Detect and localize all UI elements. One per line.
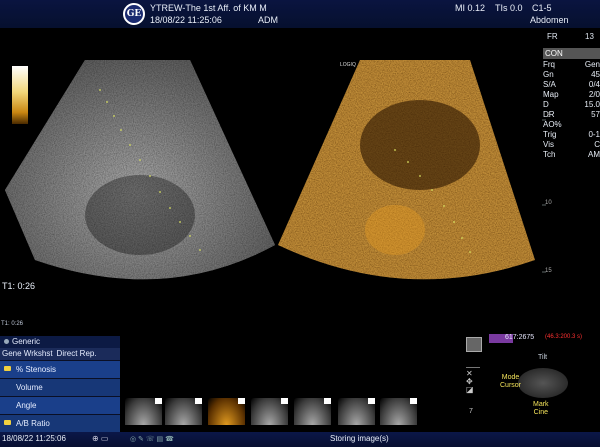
preset-name: Abdomen <box>530 15 569 25</box>
bullet-icon <box>4 339 9 344</box>
thumbnail-marker-icon <box>155 398 162 404</box>
footer-datetime: 18/08/22 11:25:06 <box>2 434 66 443</box>
measurement-menu: Generic Gene Wrkshst Direct Rep. % Steno… <box>0 336 120 432</box>
probe-label: LOGIQ <box>340 62 356 68</box>
cine-icon[interactable] <box>466 337 482 352</box>
menu-item[interactable]: A/B Ratio <box>0 414 120 432</box>
cine-time-red: (46.3:200.3 s) <box>545 334 583 340</box>
trackball-icon[interactable] <box>518 368 568 398</box>
menu-generic[interactable]: Generic <box>0 336 120 348</box>
contrast-image <box>278 60 535 280</box>
thumbnail-marker-icon <box>238 398 245 404</box>
timer-label: T1: 0:26 <box>2 281 36 291</box>
operator-id: ADM <box>258 15 278 25</box>
menu-item-label: Angle <box>16 401 37 410</box>
fr-label: FR <box>547 32 558 41</box>
thumbnail-marker-icon <box>324 398 331 404</box>
menu-item-label: A/B Ratio <box>16 419 50 428</box>
thumbnail-marker-icon <box>281 398 288 404</box>
thumbnail-marker-icon <box>368 398 375 404</box>
tab-gene-wrkshst[interactable]: Gene Wrkshst <box>0 348 55 360</box>
menu-item-label: % Stenosis <box>16 365 57 374</box>
menu-item-label: Volume <box>16 383 43 392</box>
folder-icon <box>4 420 11 425</box>
logo-text: GE <box>126 9 142 19</box>
depth-scale <box>542 119 546 273</box>
caliper-icon: ◪ <box>466 385 474 394</box>
cine-counter: 617:2675 <box>505 334 535 341</box>
timer-small-label: T1: 0:26 <box>1 321 24 327</box>
menu-header: Gene Wrkshst Direct Rep. <box>0 348 120 360</box>
thumbnail-marker-icon <box>195 398 202 404</box>
tis-value: TIs 0.0 <box>495 3 523 13</box>
fr-value: 13 <box>585 32 594 41</box>
depth-tick-5: 5 <box>547 113 551 119</box>
page-number: 7 <box>469 408 473 415</box>
grid-icon <box>466 359 480 368</box>
mark-cine-label[interactable]: Mark Cine <box>533 401 549 417</box>
thumbnail-marker-icon <box>410 398 417 404</box>
header-datetime: 18/08/22 11:25:06 <box>150 15 222 25</box>
depth-tick-15: 15 <box>545 268 552 274</box>
ge-logo-icon: GE <box>123 3 145 25</box>
mode-cursor-label[interactable]: Mode Cursor <box>500 374 521 390</box>
tab-direct-rep[interactable]: Direct Rep. <box>55 348 99 360</box>
ultrasound-display[interactable] <box>0 50 600 300</box>
menu-item[interactable]: Angle <box>0 396 120 414</box>
bmode-image <box>5 60 275 280</box>
footer-status-icons: ⊕ ▭ <box>92 434 109 443</box>
folder-icon <box>4 366 11 371</box>
storing-status: Storing image(s) <box>330 434 389 443</box>
probe-name: C1-5 <box>532 3 552 13</box>
facility-title: YTREW-The 1st Aff. of KM M <box>150 3 267 13</box>
tilt-label: Tilt <box>538 354 548 361</box>
depth-tick-10: 10 <box>545 200 552 206</box>
mi-value: MI 0.12 <box>455 3 486 13</box>
footer-bar <box>0 432 600 447</box>
footer-tool-icons: ◎ ✎ ☏ ▤ ☎ <box>130 436 174 443</box>
tool-icons[interactable]: ✕ ✥ ◪ <box>466 357 480 402</box>
menu-item[interactable]: Volume <box>0 378 120 396</box>
menu-item[interactable]: % Stenosis <box>0 360 120 378</box>
